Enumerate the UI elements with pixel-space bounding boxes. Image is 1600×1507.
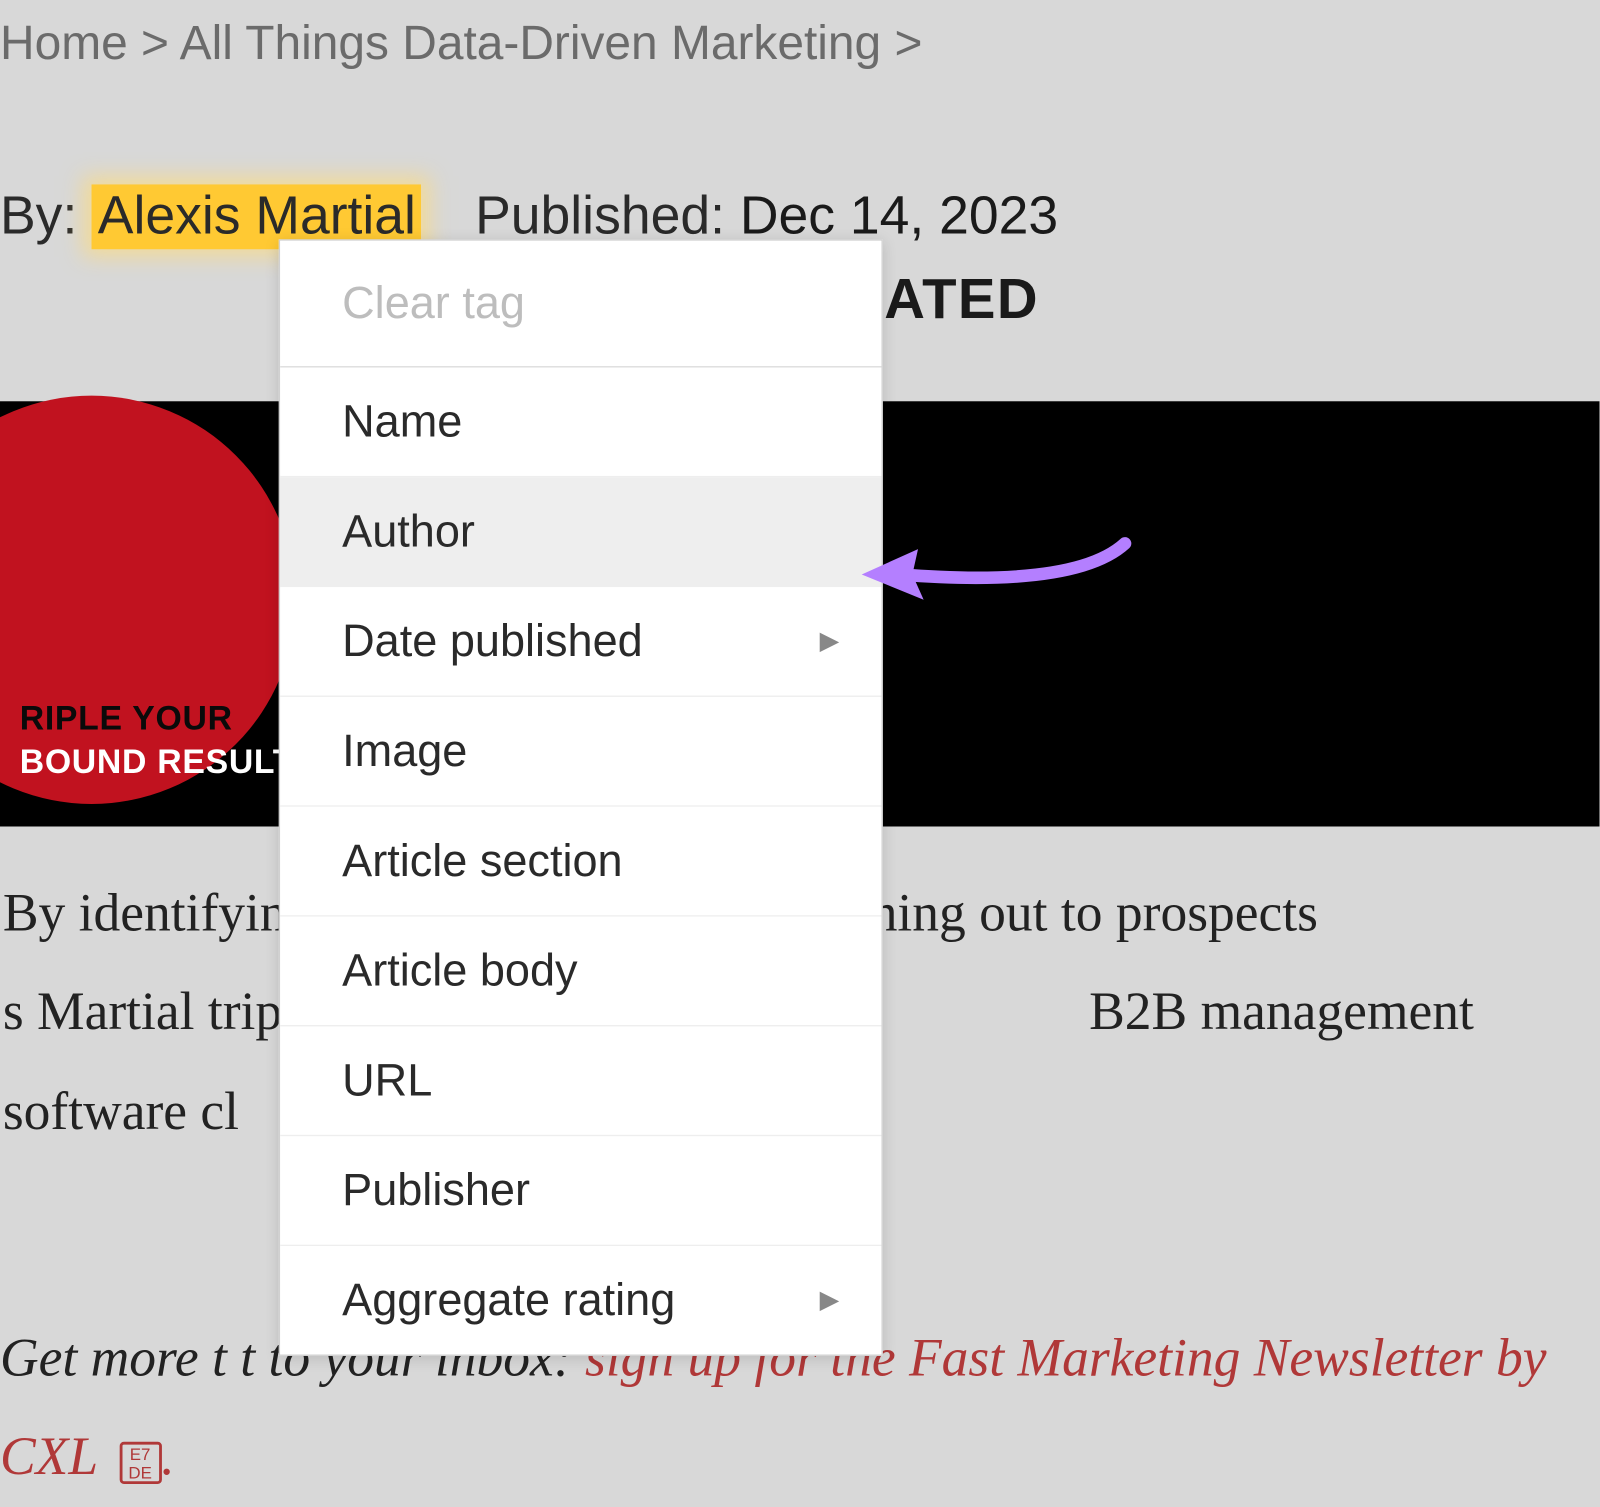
submenu-caret-icon: ▶	[820, 1286, 839, 1316]
clear-tag-option[interactable]: Clear tag	[280, 241, 881, 368]
breadcrumb-sep: >	[141, 17, 169, 71]
tag-dropdown[interactable]: Clear tag Name Author Date published ▶ I…	[279, 239, 883, 1356]
breadcrumb-sep: >	[894, 17, 922, 71]
hero-line-1: RIPLE YOUR	[20, 696, 318, 740]
breadcrumb-home[interactable]: Home	[0, 17, 128, 71]
submenu-caret-icon: ▶	[820, 627, 839, 657]
by-label: By:	[0, 187, 77, 246]
tag-option-article-body[interactable]: Article body	[280, 917, 881, 1027]
published-date: Dec 14, 2023	[740, 187, 1058, 246]
tag-option-publisher[interactable]: Publisher	[280, 1136, 881, 1246]
breadcrumb-category[interactable]: All Things Data-Driven Marketing	[180, 17, 882, 71]
tag-option-article-section[interactable]: Article section	[280, 807, 881, 917]
updated-label-fragment: ATED	[884, 269, 1039, 332]
tag-option-aggregate-rating[interactable]: Aggregate rating ▶	[280, 1246, 881, 1354]
tag-option-label: Article section	[342, 835, 622, 887]
badge-icon: E7DE	[119, 1441, 161, 1483]
breadcrumb: Home > All Things Data-Driven Marketing …	[0, 0, 1599, 72]
tag-option-label: Author	[342, 505, 475, 557]
tag-option-label: Image	[342, 725, 467, 777]
published-label: Published:	[475, 187, 725, 246]
tag-option-url[interactable]: URL	[280, 1026, 881, 1136]
tag-option-date-published[interactable]: Date published ▶	[280, 587, 881, 697]
tag-option-author[interactable]: Author	[280, 477, 881, 587]
tag-option-name[interactable]: Name	[280, 367, 881, 477]
tag-option-image[interactable]: Image	[280, 697, 881, 807]
tag-option-label: Article body	[342, 945, 577, 997]
cta-period: .	[161, 1428, 174, 1487]
hero-line-2: BOUND RESULTS	[20, 740, 318, 784]
tag-option-label: Aggregate rating	[342, 1274, 675, 1326]
hero-text: RIPLE YOUR BOUND RESULTS	[20, 696, 318, 784]
tag-option-label: URL	[342, 1055, 432, 1107]
tag-option-label: Name	[342, 396, 462, 448]
tag-option-label: Date published	[342, 615, 643, 667]
tag-option-label: Publisher	[342, 1164, 530, 1216]
